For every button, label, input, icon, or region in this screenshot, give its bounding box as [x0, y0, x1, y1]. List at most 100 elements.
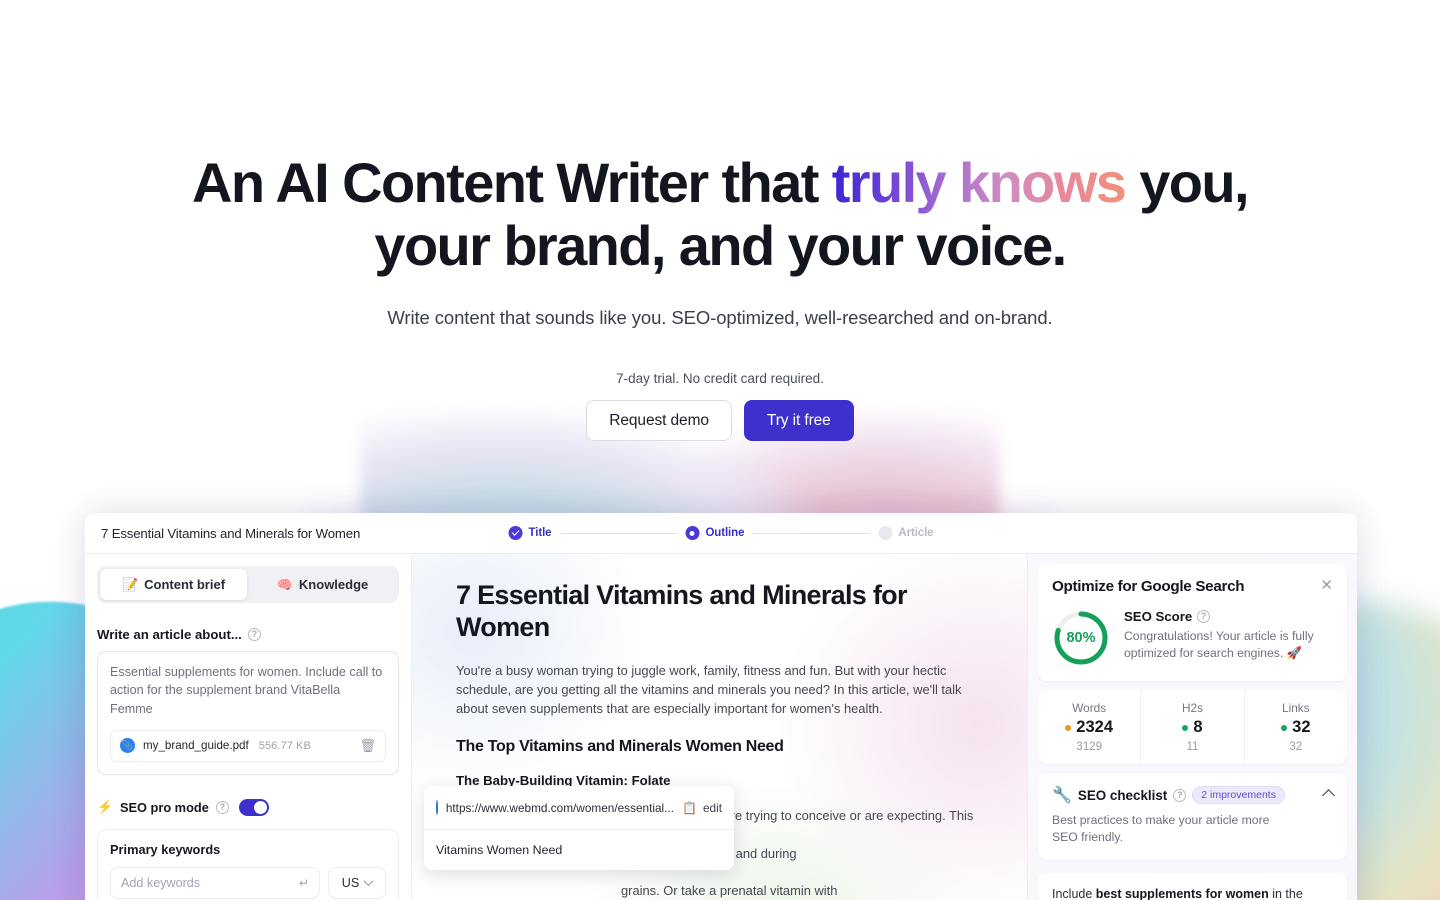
chevron-up-icon[interactable]	[1322, 788, 1335, 802]
checklist-item-prefix: Include	[1052, 886, 1096, 900]
seo-panel-title: Optimize for Google Search	[1052, 578, 1245, 595]
improvements-badge: 2 improvements	[1192, 786, 1285, 804]
seo-checklist-description: Best practices to make your article more…	[1052, 813, 1270, 845]
brain-icon: 🧠	[276, 576, 293, 592]
seo-score-card: Optimize for Google Search ✕ 80% SEO Sco…	[1038, 564, 1347, 681]
help-icon[interactable]: ?	[247, 628, 261, 641]
memo-icon: 📝	[121, 576, 139, 592]
pending-step-dot-icon	[878, 526, 893, 540]
check-icon	[508, 526, 523, 540]
metric-h2s-value-row: 8	[1141, 718, 1243, 737]
primary-keywords-label: Primary keywords	[110, 841, 221, 857]
seo-card-header: Optimize for Google Search ✕	[1052, 578, 1333, 595]
locale-select[interactable]: US	[328, 866, 386, 899]
close-icon[interactable]: ✕	[1320, 578, 1333, 593]
link-anchor-text[interactable]: Vitamins Women Need	[424, 830, 734, 870]
metric-words-value: 2324	[1076, 718, 1114, 736]
metric-links-value-row: 32	[1245, 718, 1347, 737]
status-dot-icon	[1065, 724, 1072, 731]
tab-knowledge[interactable]: 🧠 Knowledge	[249, 569, 396, 600]
seo-score-text: SEO Score ? Congratulations! Your articl…	[1124, 609, 1329, 663]
page-title: An AI Content Writer that truly knows yo…	[130, 151, 1310, 277]
metric-links-target: 32	[1289, 740, 1303, 753]
seo-pro-mode-toggle[interactable]	[238, 798, 269, 816]
seo-pro-mode-row: ⚡ SEO pro mode ?	[97, 798, 399, 816]
article-body-line-3: grains. Or take a prenatal vitamin with	[621, 883, 838, 899]
metric-links-value: 32	[1292, 718, 1311, 736]
hero-subheading: Write content that sounds like you. SEO-…	[387, 307, 1053, 329]
trash-icon[interactable]: 🗑	[359, 738, 376, 754]
metric-words-label: Words	[1072, 701, 1107, 715]
brief-input-box[interactable]: Essential supplements for women. Include…	[97, 651, 399, 775]
request-demo-button[interactable]: Request demo	[586, 400, 732, 442]
copy-icon[interactable]: 📋	[682, 801, 697, 815]
edit-link-button[interactable]: edit	[703, 801, 722, 815]
metric-h2s-value: 8	[1193, 718, 1203, 736]
headline-gradient-phrase: truly knows	[831, 151, 1127, 214]
paperclip-icon: 📎	[120, 738, 135, 754]
step-outline-label: Outline	[705, 527, 745, 539]
article-editor-panel[interactable]: 7 Essential Vitamins and Minerals for Wo…	[412, 554, 1027, 900]
panel-tabs: 📝 Content brief 🧠 Knowledge	[97, 566, 399, 603]
article-heading-2[interactable]: The Top Vitamins and Minerals Women Need	[456, 738, 981, 756]
checklist-item-text: Include best supplements for women in th…	[1052, 885, 1333, 900]
trial-note: 7-day trial. No credit card required.	[616, 371, 824, 387]
seo-checklist-header[interactable]: 🔧 SEO checklist ? 2 improvements	[1052, 785, 1335, 805]
metric-links: Links 32 32	[1245, 690, 1347, 764]
help-icon[interactable]: ?	[1173, 788, 1187, 802]
metric-links-label: Links	[1282, 701, 1310, 715]
step-divider	[752, 532, 871, 534]
content-brief-panel: 📝 Content brief 🧠 Knowledge Write an art…	[85, 554, 412, 900]
try-it-free-button[interactable]: Try it free	[743, 400, 854, 442]
headline-part-1: An AI Content Writer that	[192, 151, 832, 214]
step-article[interactable]: Article	[878, 526, 934, 540]
link-popover-actions: 📋 edit	[682, 801, 722, 815]
wrench-icon: 🔧	[1052, 787, 1072, 804]
hero-section: An AI Content Writer that truly knows yo…	[0, 0, 1440, 442]
keywords-input-row: Add keywords ↵ US	[110, 866, 386, 899]
article-title[interactable]: 7 Essential Vitamins and Minerals for Wo…	[456, 580, 936, 643]
seo-score-title-row: SEO Score ?	[1124, 609, 1329, 624]
locale-value: US	[341, 875, 360, 890]
checklist-item-suffix: in the	[1268, 886, 1303, 900]
brief-field-label-text: Write an article about...	[97, 627, 242, 642]
seo-score-value: 80%	[1066, 630, 1096, 646]
step-title-label: Title	[528, 527, 552, 539]
tab-knowledge-label: Knowledge	[298, 577, 369, 592]
link-popover[interactable]: https://www.webmd.com/women/essential...…	[424, 786, 734, 870]
help-icon[interactable]: ?	[1197, 610, 1211, 623]
metric-words-value-row: 2324	[1038, 718, 1140, 737]
primary-keywords-card: Primary keywords Add keywords ↵ US	[97, 828, 399, 900]
link-url: https://www.webmd.com/women/essential...	[445, 800, 675, 815]
document-title: 7 Essential Vitamins and Minerals for Wo…	[101, 525, 361, 541]
metric-words: Words 2324 3129	[1038, 690, 1142, 764]
enter-key-icon: ↵	[298, 875, 309, 890]
checklist-item-keyword: best supplements for women	[1095, 886, 1269, 900]
step-title[interactable]: Title	[508, 526, 552, 540]
file-name: my_brand_guide.pdf	[143, 739, 249, 753]
tab-content-brief[interactable]: 📝 Content brief	[100, 569, 247, 600]
metric-h2s-target: 11	[1186, 740, 1199, 753]
article-intro-paragraph[interactable]: You're a busy woman trying to juggle wor…	[456, 662, 981, 718]
favicon-icon	[436, 800, 438, 815]
brief-input-text: Essential supplements for women. Include…	[110, 665, 383, 716]
step-outline[interactable]: Outline	[685, 526, 744, 540]
status-dot-icon	[1182, 724, 1189, 731]
seo-checklist-title: SEO checklist	[1077, 787, 1168, 803]
seo-metrics-row: Words 2324 3129 H2s 8 11 Links 32 32	[1038, 690, 1347, 764]
brief-field-label: Write an article about... ?	[97, 627, 399, 642]
attached-file-row: 📎 my_brand_guide.pdf 556.77 KB 🗑	[110, 729, 386, 762]
landing-page: An AI Content Writer that truly knows yo…	[0, 0, 1440, 900]
seo-score-description: Congratulations! Your article is fully o…	[1124, 629, 1314, 661]
current-step-dot-icon	[685, 526, 700, 540]
step-progress: Title Outline Article	[508, 526, 934, 540]
seo-score-donut: 80%	[1052, 609, 1110, 667]
cta-button-row: Request demo Try it free	[0, 400, 1440, 442]
help-icon[interactable]: ?	[215, 800, 229, 814]
chevron-down-icon	[363, 876, 374, 887]
lightning-icon: ⚡	[97, 799, 113, 815]
seo-sidebar: Optimize for Google Search ✕ 80% SEO Sco…	[1027, 554, 1357, 900]
seo-score-row: 80% SEO Score ? Congratulations! Your ar…	[1052, 609, 1333, 667]
checklist-item[interactable]: Include best supplements for women in th…	[1038, 872, 1347, 900]
keywords-input[interactable]: Add keywords ↵	[110, 866, 320, 899]
